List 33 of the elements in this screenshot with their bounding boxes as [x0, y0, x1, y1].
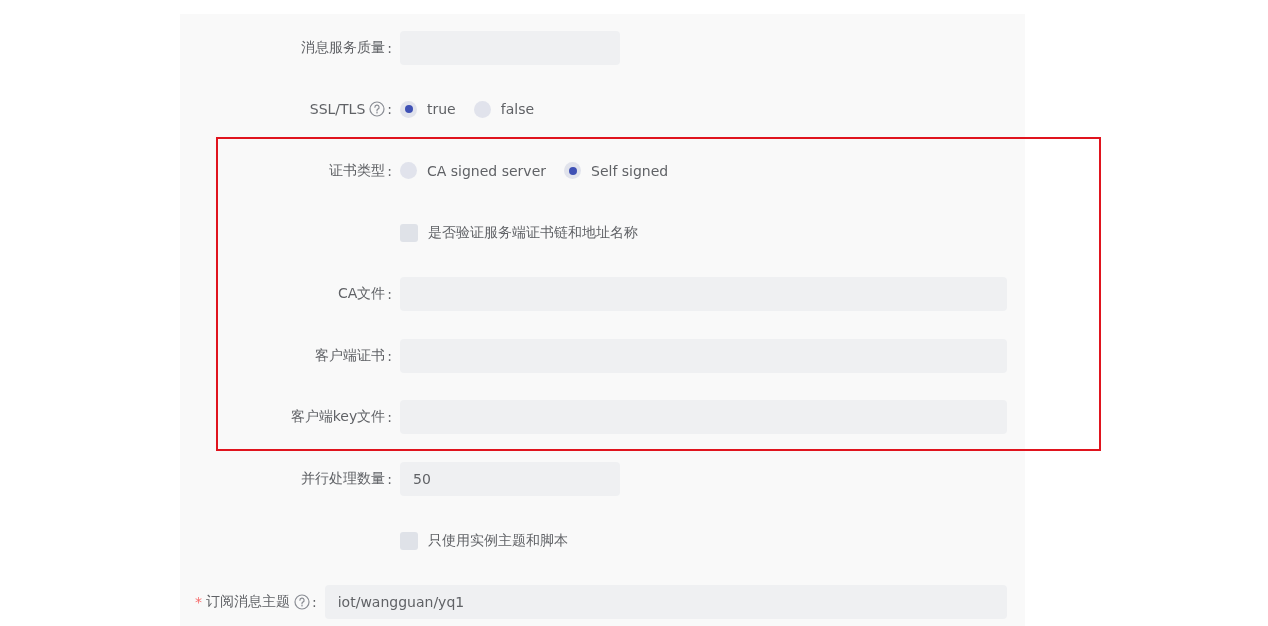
label-colon: :: [387, 347, 392, 364]
checkbox[interactable]: [400, 223, 418, 242]
label-colon: :: [387, 286, 392, 303]
field-label: 并行处理数量: [301, 469, 386, 488]
radio-option[interactable]: false: [473, 100, 535, 118]
input-field[interactable]: iot/wangguan/yq1: [324, 585, 1007, 620]
label-colon: :: [387, 39, 392, 56]
label-colon: :: [312, 594, 317, 611]
field-label: CA文件: [337, 285, 386, 304]
label-colon: :: [387, 470, 392, 487]
required-mark: *: [195, 594, 202, 611]
field-label: 客户端key文件: [290, 408, 386, 427]
checkbox-option[interactable]: 是否验证服务端证书链和地址名称: [400, 223, 638, 242]
radio-circle[interactable]: [400, 162, 417, 180]
radio-circle[interactable]: [400, 100, 417, 118]
radio-option[interactable]: Self signed: [564, 162, 669, 180]
field-label: 客户端证书: [315, 346, 386, 365]
radio-option[interactable]: true: [400, 100, 456, 118]
field-label: 订阅消息主题: [206, 593, 290, 612]
field-label: SSL/TLS: [309, 101, 366, 118]
field-label: 消息服务质量: [301, 38, 386, 57]
radio-circle[interactable]: [564, 162, 581, 180]
label-colon: :: [387, 101, 392, 118]
label-colon: :: [387, 409, 392, 426]
field-label: 证书类型: [329, 162, 386, 180]
help-icon[interactable]: [369, 101, 386, 118]
input-field[interactable]: 50: [400, 461, 620, 496]
label-colon: :: [387, 163, 392, 179]
radio-circle[interactable]: [473, 100, 491, 118]
radio-option[interactable]: CA signed server: [400, 162, 546, 180]
help-icon[interactable]: [294, 594, 310, 611]
checkbox-option[interactable]: 只使用实例主题和脚本: [400, 531, 568, 550]
checkbox[interactable]: [400, 531, 418, 550]
